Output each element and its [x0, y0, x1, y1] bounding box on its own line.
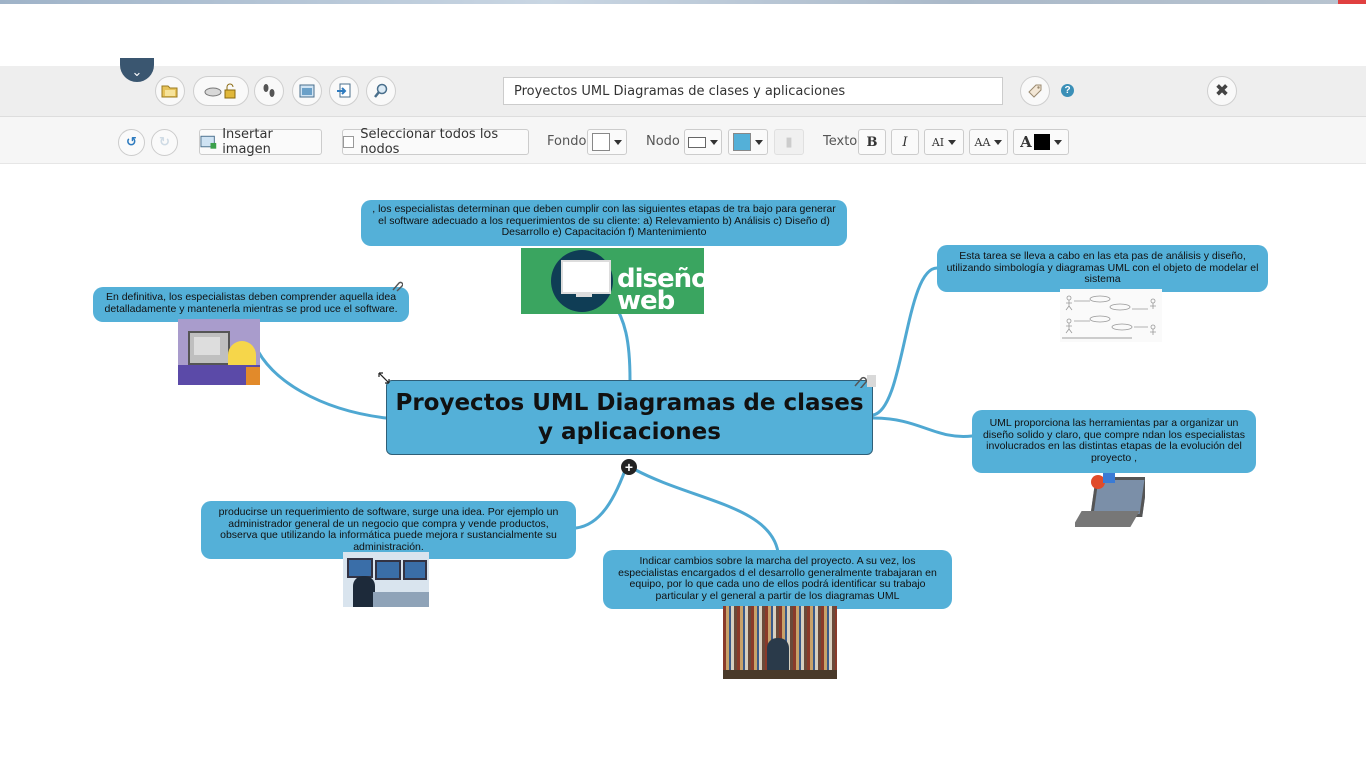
- add-node-icon[interactable]: +: [621, 459, 637, 475]
- desk-shape: [373, 592, 429, 607]
- mindmap-node-left-top[interactable]: En definitiva, los especialistas deben c…: [93, 287, 409, 322]
- monitor-shape: [347, 558, 373, 578]
- diseno-web-logo-text: diseño web: [617, 264, 704, 314]
- mindmap-node-right-top[interactable]: Esta tarea se lleva a cabo en las eta pa…: [937, 245, 1268, 292]
- attachment-icon[interactable]: [853, 374, 877, 388]
- monitor-shape-2: [375, 560, 401, 580]
- laptop-base-shape: [1075, 511, 1140, 527]
- mindmap-node-top[interactable]: , los especialistas determinan que deben…: [361, 200, 847, 246]
- box-shape: [246, 367, 260, 385]
- central-node[interactable]: Proyectos UML Diagramas de clases y apli…: [386, 380, 873, 455]
- laptop-badge-shape-2: [1103, 473, 1115, 483]
- uml-diagram-image: [1060, 289, 1162, 342]
- mindmap-node-left-bottom[interactable]: producirse un requerimiento de software,…: [201, 501, 576, 559]
- floor-shape: [723, 670, 837, 679]
- diseno-web-image: diseño web: [521, 248, 704, 314]
- mindmap-node-bottom[interactable]: Indicar cambios sobre la marcha del proy…: [603, 550, 952, 609]
- office-computers-image: [343, 552, 429, 607]
- mindmap-node-right-mid[interactable]: UML proporciona las herramientas par a o…: [972, 410, 1256, 473]
- server-room-image: [723, 606, 837, 679]
- uml-diagram-icon: [1062, 295, 1156, 339]
- monitor-shape-3: [403, 560, 427, 580]
- attachment-icon[interactable]: [391, 280, 403, 292]
- laptop-image: [1075, 471, 1145, 537]
- monitor-stand-icon: [576, 292, 592, 297]
- resize-icon[interactable]: [378, 372, 390, 384]
- person-shape: [353, 576, 375, 607]
- homer-computer-image: [178, 319, 260, 385]
- screen-shape: [194, 337, 220, 355]
- monitor-icon: [561, 260, 611, 294]
